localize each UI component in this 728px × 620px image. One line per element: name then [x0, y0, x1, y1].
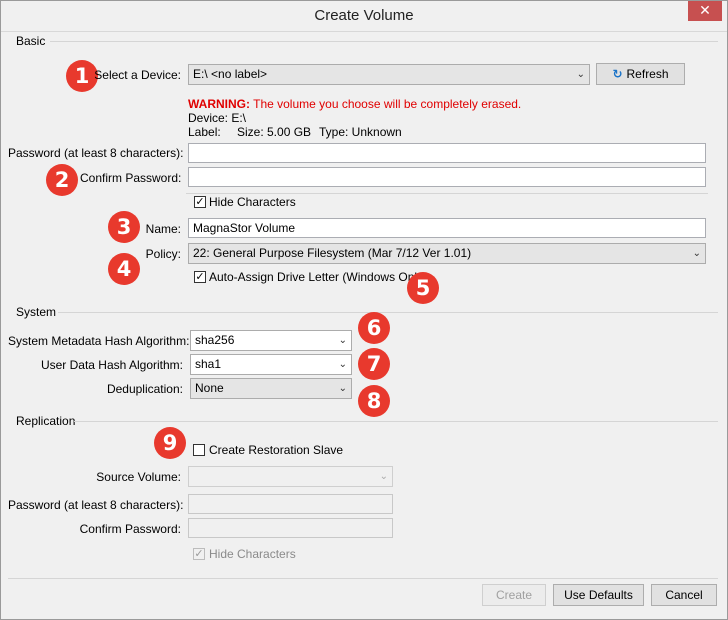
refresh-icon: ↻	[612, 67, 623, 81]
auto-assign-checkbox[interactable]: ✓	[194, 271, 206, 283]
hide-chars-separator	[186, 193, 708, 194]
deduplication-label: Deduplication:	[106, 382, 183, 396]
replication-hide-characters-checkbox[interactable]: ✓	[193, 548, 205, 560]
replication-separator	[74, 421, 718, 422]
hide-characters-label: Hide Characters	[209, 195, 296, 209]
password-label: Password (at least 8 characters):	[8, 146, 184, 160]
checkmark-icon: ✓	[195, 195, 205, 208]
chevron-down-icon: ⌄	[692, 248, 701, 259]
auto-assign-label: Auto-Assign Drive Letter (Windows Only)	[209, 270, 428, 284]
title-bar: Create Volume ✕	[0, 0, 728, 32]
name-label: Name:	[145, 222, 181, 236]
use-defaults-button[interactable]: Use Defaults	[553, 584, 644, 606]
metadata-hash-label: System Metadata Hash Algorithm:	[8, 334, 190, 348]
system-separator	[58, 312, 718, 313]
chevron-down-icon: ⌄	[576, 69, 585, 80]
hide-characters-checkbox[interactable]: ✓	[194, 196, 206, 208]
restoration-slave-checkbox[interactable]	[193, 444, 205, 456]
confirm-password-label: Confirm Password:	[80, 171, 182, 185]
name-input[interactable]: MagnaStor Volume	[188, 218, 706, 238]
warning-message: WARNING: The volume you choose will be c…	[188, 97, 521, 111]
refresh-button[interactable]: ↻ Refresh	[596, 63, 685, 85]
refresh-button-label: Refresh	[626, 67, 669, 81]
cancel-button[interactable]: Cancel	[651, 584, 717, 606]
policy-label: Policy:	[145, 247, 181, 261]
badge-5: 5	[407, 272, 439, 304]
source-volume-label: Source Volume:	[96, 470, 181, 484]
footer-separator	[8, 578, 718, 579]
badge-9: 9	[154, 427, 186, 459]
chevron-down-icon: ⌄	[338, 359, 347, 370]
type-info: Type: Unknown	[319, 125, 402, 139]
warning-text: The volume you choose will be completely…	[250, 97, 522, 111]
badge-8: 8	[358, 385, 390, 417]
device-select[interactable]: E:\ <no label> ⌄	[188, 64, 590, 85]
confirm-password-input[interactable]	[188, 167, 706, 187]
basic-section-label: Basic	[16, 34, 46, 48]
badge-2: 2	[46, 164, 78, 196]
deduplication-select[interactable]: None ⌄	[190, 378, 352, 399]
replication-hide-characters-label: Hide Characters	[209, 547, 296, 561]
user-hash-label: User Data Hash Algorithm:	[40, 358, 183, 372]
replication-confirm-input[interactable]	[188, 518, 393, 538]
device-select-value: E:\ <no label>	[193, 67, 268, 81]
restoration-slave-label: Create Restoration Slave	[209, 443, 344, 457]
chevron-down-icon: ⌄	[379, 471, 388, 482]
close-icon: ✕	[699, 3, 711, 19]
checkmark-icon: ✓	[195, 270, 205, 283]
warning-prefix: WARNING:	[188, 97, 250, 111]
replication-password-input[interactable]	[188, 494, 393, 514]
source-volume-select[interactable]: ⌄	[188, 466, 393, 487]
basic-separator	[50, 41, 718, 42]
system-section-label: System	[16, 305, 57, 319]
label-info: Label:	[188, 125, 221, 139]
device-info: Device: E:\	[188, 111, 247, 125]
policy-select-value: 22: General Purpose Filesystem (Mar 7/12…	[193, 246, 472, 260]
close-button[interactable]: ✕	[688, 1, 722, 21]
policy-select[interactable]: 22: General Purpose Filesystem (Mar 7/12…	[188, 243, 706, 264]
checkmark-icon: ✓	[194, 547, 204, 560]
password-input[interactable]	[188, 143, 706, 163]
metadata-hash-value: sha256	[195, 333, 235, 347]
replication-confirm-label: Confirm Password:	[79, 522, 181, 536]
device-label: Select a Device:	[94, 68, 181, 82]
chevron-down-icon: ⌄	[338, 383, 347, 394]
replication-password-label: Password (at least 8 characters):	[8, 498, 184, 512]
deduplication-value: None	[195, 381, 224, 395]
user-hash-select[interactable]: sha1 ⌄	[190, 354, 352, 375]
size-info: Size: 5.00 GB	[237, 125, 312, 139]
metadata-hash-select[interactable]: sha256 ⌄	[190, 330, 352, 351]
user-hash-value: sha1	[195, 357, 222, 371]
chevron-down-icon: ⌄	[338, 335, 347, 346]
window-title: Create Volume	[314, 7, 414, 24]
badge-6: 6	[358, 312, 390, 344]
create-button[interactable]: Create	[482, 584, 546, 606]
replication-section-label: Replication	[16, 414, 76, 428]
badge-7: 7	[358, 348, 390, 380]
